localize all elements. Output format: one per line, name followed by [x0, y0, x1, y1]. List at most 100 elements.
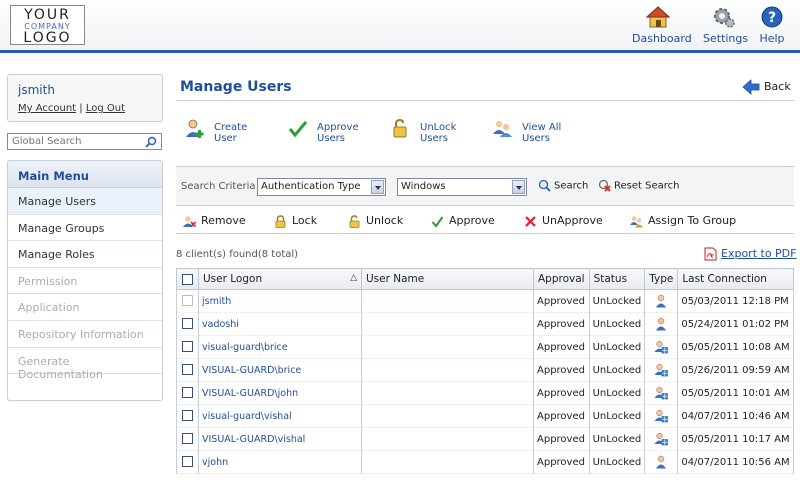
user-name-cell [361, 381, 534, 405]
table-row[interactable]: VISUAL-GUARD\vishal Approved UnLocked 05/05… [176, 427, 794, 451]
remove-user-icon [183, 215, 196, 227]
main-menu: Main Menu Manage Users Manage Groups Man… [7, 160, 163, 401]
username: jsmith [18, 83, 55, 97]
last-connection-cell: 05/24/2011 01:02 PM [677, 312, 794, 336]
lock-button[interactable]: Lock [274, 214, 317, 228]
last-connection-cell: 05/05/2011 10:08 AM [677, 335, 794, 359]
approval-cell: Approved [533, 289, 590, 313]
reset-search-button[interactable]: Reset Search [598, 179, 679, 192]
windows-user-icon [654, 409, 669, 423]
user-logon-cell[interactable]: VISUAL-GUARD\vishal [198, 427, 362, 451]
column-approval[interactable]: Approval [533, 268, 590, 290]
row-checkbox[interactable] [182, 387, 193, 399]
type-cell [644, 312, 679, 336]
status-cell: UnLocked [588, 404, 646, 428]
row-checkbox[interactable] [182, 318, 193, 330]
title-divider [176, 100, 794, 101]
windows-user-icon [654, 363, 669, 377]
row-checkbox[interactable] [182, 364, 193, 376]
table-row[interactable]: VISUAL-GUARD\john Approved UnLocked 05/05/2… [176, 381, 794, 405]
column-user-logon[interactable]: User Logon △ [198, 268, 362, 290]
user-logon-cell[interactable]: vadoshi [198, 312, 362, 336]
column-status[interactable]: Status [588, 268, 646, 290]
chevron-down-icon [512, 180, 525, 194]
menu-item-application: Application [8, 294, 162, 321]
menu-item-generate-documentation: Generate Documentation [8, 348, 162, 381]
approval-cell: Approved [533, 404, 590, 428]
link-separator: | [79, 103, 83, 114]
user-name-cell [361, 335, 534, 359]
table-row[interactable]: visual-guard\vishal Approved UnLocked 04/07… [176, 404, 794, 428]
approve-button[interactable]: Approve [431, 214, 495, 228]
row-select-cell [176, 335, 199, 359]
help-icon: ? [761, 6, 783, 28]
user-logon-cell[interactable]: jsmith [198, 289, 362, 313]
menu-item-manage-users[interactable]: Manage Users [8, 188, 162, 215]
check-icon [431, 215, 444, 228]
row-select-cell [176, 312, 199, 336]
remove-button[interactable]: Remove [183, 214, 246, 228]
search-button[interactable]: Search [538, 179, 588, 192]
type-cell [644, 335, 679, 359]
user-name-cell [361, 404, 534, 428]
status-cell: UnLocked [588, 289, 646, 313]
type-cell [644, 450, 679, 474]
menu-item-manage-roles[interactable]: Manage Roles [8, 241, 162, 268]
user-logon-cell[interactable]: visual-guard\vishal [198, 404, 362, 428]
nav-settings[interactable]: Settings [703, 4, 748, 45]
column-last-connection[interactable]: Last Connection [677, 268, 794, 290]
unapprove-button[interactable]: UnApprove [524, 214, 603, 228]
table-row[interactable]: vadoshi Approved UnLocked 05/24/2011 01:02 … [176, 312, 794, 336]
nav-dashboard[interactable]: Dashboard [632, 4, 692, 45]
search-icon[interactable] [145, 136, 157, 148]
unlock-button[interactable]: Unlock [348, 214, 403, 228]
menu-item-permission: Permission [8, 268, 162, 295]
cross-icon [525, 215, 536, 227]
row-checkbox[interactable] [182, 456, 193, 468]
user-name-cell [361, 358, 534, 382]
user-logon-cell[interactable]: vjohn [198, 450, 362, 474]
menu-item-manage-groups[interactable]: Manage Groups [8, 215, 162, 242]
user-logon-cell[interactable]: VISUAL-GUARD\brice [198, 358, 362, 382]
company-logo[interactable]: YOUR COMPANY LOGO [10, 5, 85, 45]
table-row[interactable]: visual-guard\brice Approved UnLocked 05/05/… [176, 335, 794, 359]
row-select-cell [176, 404, 199, 428]
log-out-link[interactable]: Log Out [86, 103, 125, 114]
nav-help[interactable]: ? Help [758, 4, 786, 45]
last-connection-cell: 05/05/2011 10:17 AM [677, 427, 794, 451]
column-user-name[interactable]: User Name [361, 268, 534, 290]
my-account-link[interactable]: My Account [18, 103, 76, 114]
user-icon [656, 317, 667, 331]
select-all-checkbox[interactable] [182, 273, 193, 285]
svg-text:?: ? [768, 10, 776, 26]
status-cell: UnLocked [588, 450, 646, 474]
menu-item-repository-information: Repository Information [8, 321, 162, 348]
row-checkbox[interactable] [182, 410, 193, 422]
table-row[interactable]: vjohn Approved UnLocked 04/07/2011 10:56 AM [176, 450, 794, 474]
row-checkbox[interactable] [182, 341, 193, 353]
account-links: My Account | Log Out [18, 103, 152, 114]
back-button[interactable]: Back [742, 79, 791, 95]
row-checkbox[interactable] [182, 433, 193, 445]
export-pdf-link[interactable]: Export to PDF [704, 247, 796, 261]
unlock-small-icon [349, 214, 360, 228]
assign-to-group-button[interactable]: Assign To Group [630, 214, 736, 228]
global-search-input[interactable] [8, 134, 138, 149]
type-cell [644, 289, 679, 313]
approval-cell: Approved [533, 427, 590, 451]
last-connection-cell: 05/26/2011 09:59 AM [677, 358, 794, 382]
approval-cell: Approved [533, 335, 590, 359]
criteria-value-select[interactable]: Windows [397, 178, 527, 196]
user-logon-cell[interactable]: VISUAL-GUARD\john [198, 381, 362, 405]
reset-search-icon [598, 179, 611, 192]
table-row[interactable]: VISUAL-GUARD\brice Approved UnLocked 05/26/… [176, 358, 794, 382]
user-name-cell [361, 427, 534, 451]
user-logon-cell[interactable]: visual-guard\brice [198, 335, 362, 359]
column-type[interactable]: Type [644, 268, 679, 290]
row-checkbox [182, 295, 193, 307]
gear-icon [714, 8, 735, 28]
criteria-field-select[interactable]: Authentication Type [257, 178, 386, 196]
search-criteria-bar: Search Criteria Authentication Type Wind… [176, 166, 794, 206]
approval-cell: Approved [533, 312, 590, 336]
table-row[interactable]: jsmith Approved UnLocked 05/03/2011 12:18 P… [176, 289, 794, 313]
